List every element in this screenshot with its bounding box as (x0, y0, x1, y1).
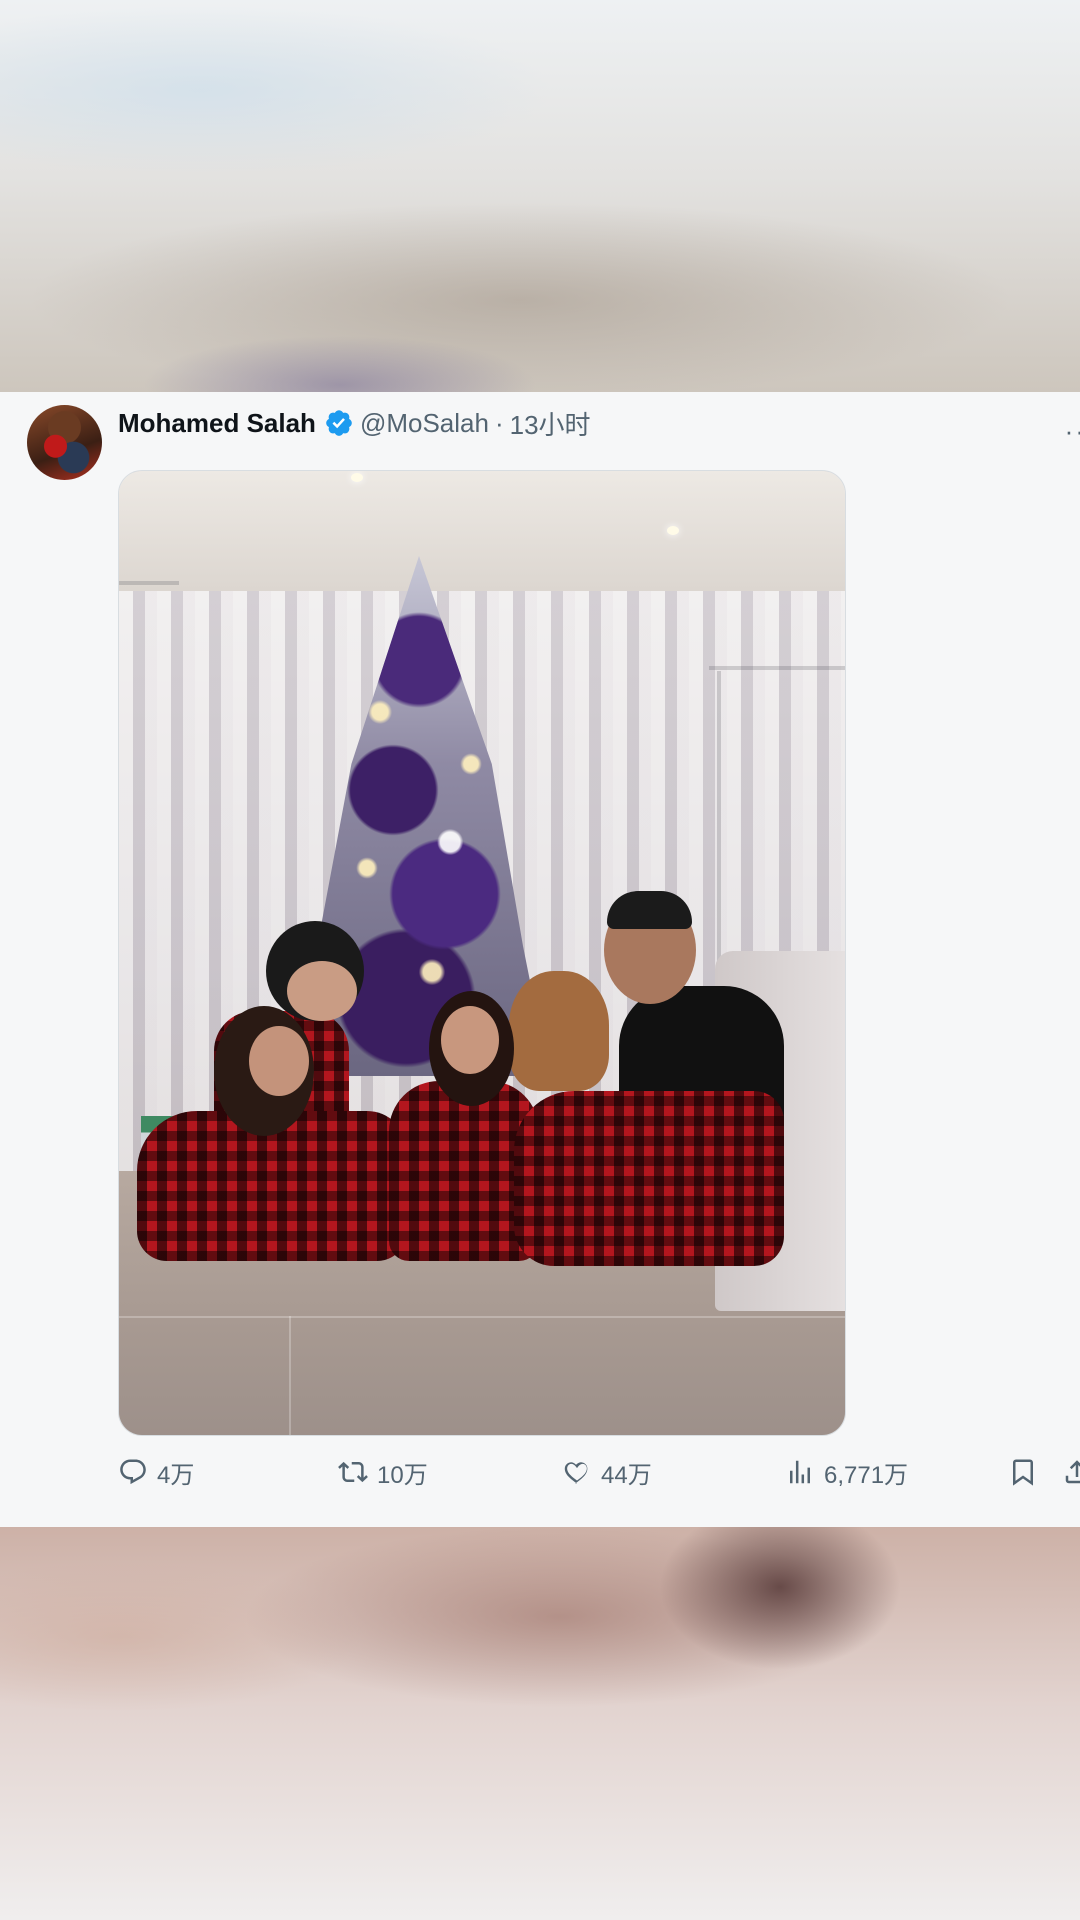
views-count: 6,771万 (824, 1461, 909, 1489)
floor-seam (119, 1316, 845, 1318)
share-button[interactable] (1062, 1452, 1080, 1492)
reply-button[interactable]: 4万 (118, 1452, 194, 1492)
window-frame (119, 581, 179, 585)
man-hair (607, 891, 692, 929)
tweet-card[interactable]: Mohamed Salah @MoSalah · 13小时 ·· (0, 392, 1080, 1527)
reply-icon (120, 1459, 146, 1485)
like-count: 44万 (601, 1461, 652, 1489)
gingerbread-plush (509, 971, 609, 1091)
window-frame (709, 666, 845, 670)
views-button[interactable]: 6,771万 (785, 1452, 908, 1492)
man-legs (514, 1091, 784, 1266)
ceiling-light (351, 473, 363, 482)
photo-ceiling (119, 471, 845, 591)
avatar[interactable] (27, 405, 102, 480)
blurred-background-bottom (0, 1527, 1080, 1920)
bookmark-button[interactable] (1008, 1452, 1038, 1492)
tweet-header: Mohamed Salah @MoSalah · 13小时 (118, 406, 591, 440)
person-face (287, 961, 357, 1021)
blurred-background-top (0, 0, 1080, 392)
like-icon (564, 1462, 588, 1484)
retweet-button[interactable]: 10万 (338, 1452, 428, 1492)
author-name[interactable]: Mohamed Salah (118, 408, 316, 439)
ceiling-light (667, 526, 679, 535)
girl-face (249, 1026, 309, 1096)
like-button[interactable]: 44万 (562, 1452, 652, 1492)
floor-seam (289, 1316, 291, 1435)
views-icon (790, 1460, 810, 1484)
retweet-icon (338, 1461, 368, 1483)
author-handle[interactable]: @MoSalah (360, 408, 489, 439)
reply-count: 4万 (157, 1461, 195, 1489)
verified-badge-icon (326, 410, 352, 436)
share-icon (1065, 1460, 1080, 1484)
more-icon[interactable]: ·· (1065, 416, 1080, 447)
girl-face-middle (441, 1006, 499, 1074)
separator-dot: · (494, 407, 504, 438)
timestamp[interactable]: 13小时 (510, 405, 591, 442)
action-bar: 4万 10万 44万 6,771万 (0, 1452, 1080, 1492)
tweet-photo[interactable] (118, 470, 846, 1436)
bookmark-icon (1013, 1459, 1033, 1486)
retweet-count: 10万 (377, 1461, 428, 1489)
